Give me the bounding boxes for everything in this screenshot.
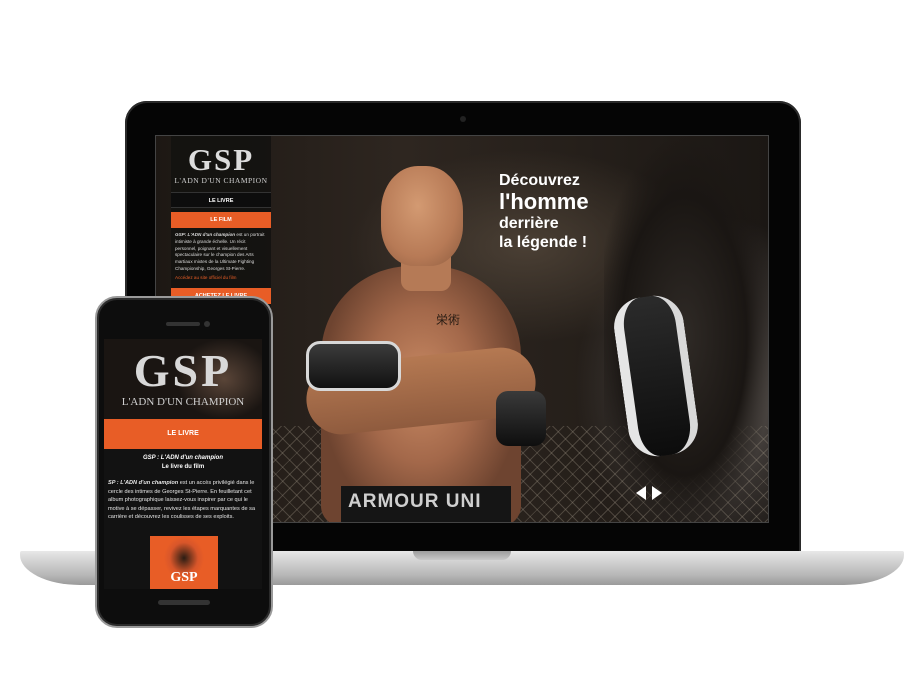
phone-book-cover-thumbnail[interactable]: GSP xyxy=(150,536,218,589)
phone-book-description: SP : L'ADN d'un champion est un accès pr… xyxy=(108,479,260,522)
fighter-glove-left xyxy=(306,341,401,391)
phone-screen: GSP L'ADN D'UN CHAMPION LE LIVRE GSP : L… xyxy=(104,339,262,589)
official-site-link[interactable]: Accédez au site officiel du film xyxy=(175,275,267,280)
phone-desc-body: est un accès privilégié dans le cercle d… xyxy=(108,480,256,521)
next-arrow-icon[interactable] xyxy=(652,486,662,500)
fighter-head xyxy=(381,166,463,266)
shorts-brand-text: ARMOUR UNI xyxy=(348,491,482,512)
film-description: GSP: L'ADN d'un champion est un portrait… xyxy=(175,232,267,273)
site-logo[interactable]: GSP xyxy=(171,144,271,176)
phone-desc-bold: SP : L'ADN d'un champion xyxy=(108,480,179,486)
laptop-camera xyxy=(460,116,466,122)
film-description-body: est un portrait intimiste à grande échel… xyxy=(175,232,265,271)
nav-le-film[interactable]: LE FILM xyxy=(171,212,271,228)
phone-speaker xyxy=(166,322,200,326)
phone-site-logo[interactable]: GSP xyxy=(104,347,262,395)
headline-line-2: l'homme xyxy=(499,189,589,214)
phone-home-bar xyxy=(158,600,210,605)
laptop-open-notch xyxy=(413,551,511,560)
slider-arrows xyxy=(636,486,662,500)
prev-arrow-icon[interactable] xyxy=(636,486,646,500)
phone-camera xyxy=(204,321,210,327)
headline-line-4: la légende ! xyxy=(499,234,588,251)
nav-le-livre[interactable]: LE LIVRE xyxy=(171,192,271,208)
film-description-title: GSP: L'ADN d'un champion xyxy=(175,232,236,237)
fighter-glove-right xyxy=(496,391,546,446)
phone-book-title: GSP : L'ADN d'un champion xyxy=(143,455,223,461)
site-logo-subtitle: L'ADN D'UN CHAMPION xyxy=(174,176,268,185)
hero-headline: Découvrez l'homme derrière la légende ! xyxy=(499,172,589,252)
phone-logo-subtitle: L'ADN D'UN CHAMPION xyxy=(121,396,245,408)
phone-nav-le-livre[interactable]: LE LIVRE xyxy=(104,419,262,449)
headline-line-1: Découvrez xyxy=(499,172,580,189)
chest-tattoo: 栄術 xyxy=(436,313,461,327)
phone-book-subtitle: Le livre du film xyxy=(161,464,205,470)
headline-line-3: derrière xyxy=(499,215,559,232)
phone-thumb-logo: GSP xyxy=(170,570,198,585)
